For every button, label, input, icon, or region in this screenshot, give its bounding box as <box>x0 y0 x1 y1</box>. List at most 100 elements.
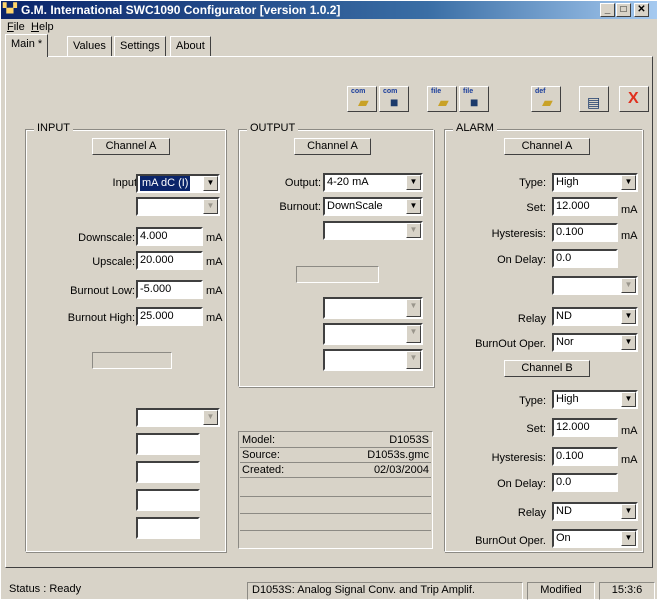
output-channel-a-button[interactable]: Channel A <box>294 138 371 155</box>
alarm-a-extra-select[interactable]: ▼ <box>552 276 638 295</box>
chevron-down-icon[interactable]: ▼ <box>621 531 636 546</box>
file-open-button[interactable]: file ▰ <box>427 86 457 112</box>
floppy-save-icon: ■ <box>470 94 479 110</box>
menu-help[interactable]: Help <box>31 21 54 33</box>
alarm-a-type-select[interactable]: High ▼ <box>552 173 638 192</box>
alarm-group: ALARM Channel A Type: High ▼ Set: 12.000… <box>444 122 643 552</box>
tab-main[interactable]: Main * <box>5 34 49 57</box>
menu-file[interactable]: File <box>7 21 25 33</box>
default-open-button[interactable]: def ▰ <box>531 86 561 112</box>
alarm-channel-a-button[interactable]: Channel A <box>504 138 590 155</box>
input-group-title: INPUT <box>34 122 73 134</box>
output-extra-select-2[interactable]: ▼ <box>323 297 423 319</box>
com-open-button[interactable]: com ▰ <box>347 86 377 112</box>
red-x-icon: X <box>628 90 639 107</box>
tab-about[interactable]: About <box>170 36 211 56</box>
minimize-button[interactable]: _ <box>600 3 615 17</box>
chevron-down-icon[interactable]: ▼ <box>621 278 636 293</box>
chevron-down-icon[interactable]: ▼ <box>621 309 636 324</box>
configurator-window: ▚▞ G.M. International SWC1090 Configurat… <box>0 0 658 600</box>
upscale-field[interactable]: 20.000 <box>136 251 203 270</box>
maximize-button[interactable]: □ <box>616 3 631 17</box>
alarm-a-hysteresis-unit: mA <box>621 230 638 242</box>
chevron-down-icon[interactable]: ▼ <box>406 299 421 317</box>
input-extra-field-1[interactable] <box>136 433 200 455</box>
alarm-a-type-label: Type: <box>519 177 546 189</box>
output-extra-select-1[interactable]: ▼ <box>323 221 423 240</box>
input-secondary-select[interactable]: ▼ <box>136 197 220 216</box>
alarm-a-set-field[interactable]: 12.000 <box>552 197 618 216</box>
gmi-app-icon[interactable]: ▚▞ <box>3 3 19 17</box>
input-channel-a-button[interactable]: Channel A <box>92 138 170 155</box>
input-indicator <box>92 352 172 369</box>
alarm-a-relay-select[interactable]: ND ▼ <box>552 307 638 326</box>
alarm-a-set-unit: mA <box>621 204 638 216</box>
chevron-down-icon[interactable]: ▼ <box>406 325 421 343</box>
downscale-label: Downscale: <box>78 232 135 244</box>
alarm-b-type-label: Type: <box>519 395 546 407</box>
chevron-down-icon[interactable]: ▼ <box>406 175 421 190</box>
input-extra-select[interactable]: ▼ <box>136 408 220 427</box>
file-save-button[interactable]: file ■ <box>459 86 489 112</box>
downscale-field[interactable]: 4.000 <box>136 227 203 246</box>
print-button[interactable]: ▤ <box>579 86 609 112</box>
close-button[interactable]: ✕ <box>634 3 649 17</box>
burnout-low-field[interactable]: -5.000 <box>136 280 203 299</box>
chevron-down-icon[interactable]: ▼ <box>621 175 636 190</box>
output-extra-select-4[interactable]: ▼ <box>323 349 423 371</box>
chevron-down-icon[interactable]: ▼ <box>621 335 636 350</box>
output-extra-select-3[interactable]: ▼ <box>323 323 423 345</box>
chevron-down-icon[interactable]: ▼ <box>203 176 218 191</box>
status-bar: Status : Ready D1053S: Analog Signal Con… <box>1 580 657 600</box>
output-group-title: OUTPUT <box>247 122 299 134</box>
chevron-down-icon[interactable]: ▼ <box>406 223 421 238</box>
alarm-b-hysteresis-label: Hysteresis: <box>491 452 546 464</box>
burnout-high-field[interactable]: 25.000 <box>136 307 203 326</box>
alarm-b-type-select[interactable]: High ▼ <box>552 390 638 409</box>
title-bar[interactable]: ▚▞ G.M. International SWC1090 Configurat… <box>1 1 657 19</box>
input-extra-field-2[interactable] <box>136 461 200 483</box>
alarm-b-hysteresis-field[interactable]: 0.100 <box>552 447 618 466</box>
exit-button[interactable]: X <box>619 86 649 112</box>
alarm-b-set-field[interactable]: 12.000 <box>552 418 618 437</box>
com-save-button[interactable]: com ■ <box>379 86 409 112</box>
chevron-down-icon[interactable]: ▼ <box>203 410 218 425</box>
input-type-label: Input <box>112 177 137 189</box>
folder-open-icon: ▰ <box>438 94 449 110</box>
folder-open-icon: ▰ <box>358 94 369 110</box>
output-indicator <box>296 266 379 283</box>
info-row-empty <box>240 499 431 514</box>
alarm-a-on-delay-field[interactable]: 0.0 <box>552 249 618 268</box>
info-row-source: Source: D1053s.gmc <box>240 449 431 463</box>
input-extra-field-3[interactable] <box>136 489 200 511</box>
status-clock: 15:3:6 <box>599 582 655 600</box>
alarm-b-hysteresis-unit: mA <box>621 454 638 466</box>
tab-values[interactable]: Values <box>67 36 112 56</box>
input-type-select[interactable]: mA dC (I) ▼ <box>136 174 220 193</box>
chevron-down-icon[interactable]: ▼ <box>406 351 421 369</box>
output-burnout-label: Burnout: <box>279 201 321 213</box>
alarm-a-burnout-label: BurnOut Oper. <box>475 338 546 350</box>
alarm-channel-b-button[interactable]: Channel B <box>504 360 590 377</box>
status-modified: Modified <box>527 582 595 600</box>
chevron-down-icon[interactable]: ▼ <box>406 199 421 214</box>
alarm-a-set-label: Set: <box>526 202 546 214</box>
alarm-b-on-delay-field[interactable]: 0.0 <box>552 473 618 492</box>
output-burnout-select[interactable]: DownScale ▼ <box>323 197 423 216</box>
output-type-select[interactable]: 4-20 mA ▼ <box>323 173 423 192</box>
close-icon: ✕ <box>637 4 646 15</box>
alarm-a-hysteresis-label: Hysteresis: <box>491 228 546 240</box>
alarm-b-relay-select[interactable]: ND ▼ <box>552 502 638 521</box>
alarm-a-hysteresis-field[interactable]: 0.100 <box>552 223 618 242</box>
upscale-unit: mA <box>206 256 223 268</box>
alarm-b-burnout-label: BurnOut Oper. <box>475 535 546 547</box>
alarm-b-burnout-select[interactable]: On ▼ <box>552 529 638 548</box>
tab-settings[interactable]: Settings <box>114 36 166 56</box>
input-extra-field-4[interactable] <box>136 517 200 539</box>
maximize-icon: □ <box>620 4 627 15</box>
chevron-down-icon[interactable]: ▼ <box>203 199 218 214</box>
alarm-a-burnout-select[interactable]: Nor ▼ <box>552 333 638 352</box>
alarm-group-title: ALARM <box>453 122 497 134</box>
chevron-down-icon[interactable]: ▼ <box>621 392 636 407</box>
chevron-down-icon[interactable]: ▼ <box>621 504 636 519</box>
